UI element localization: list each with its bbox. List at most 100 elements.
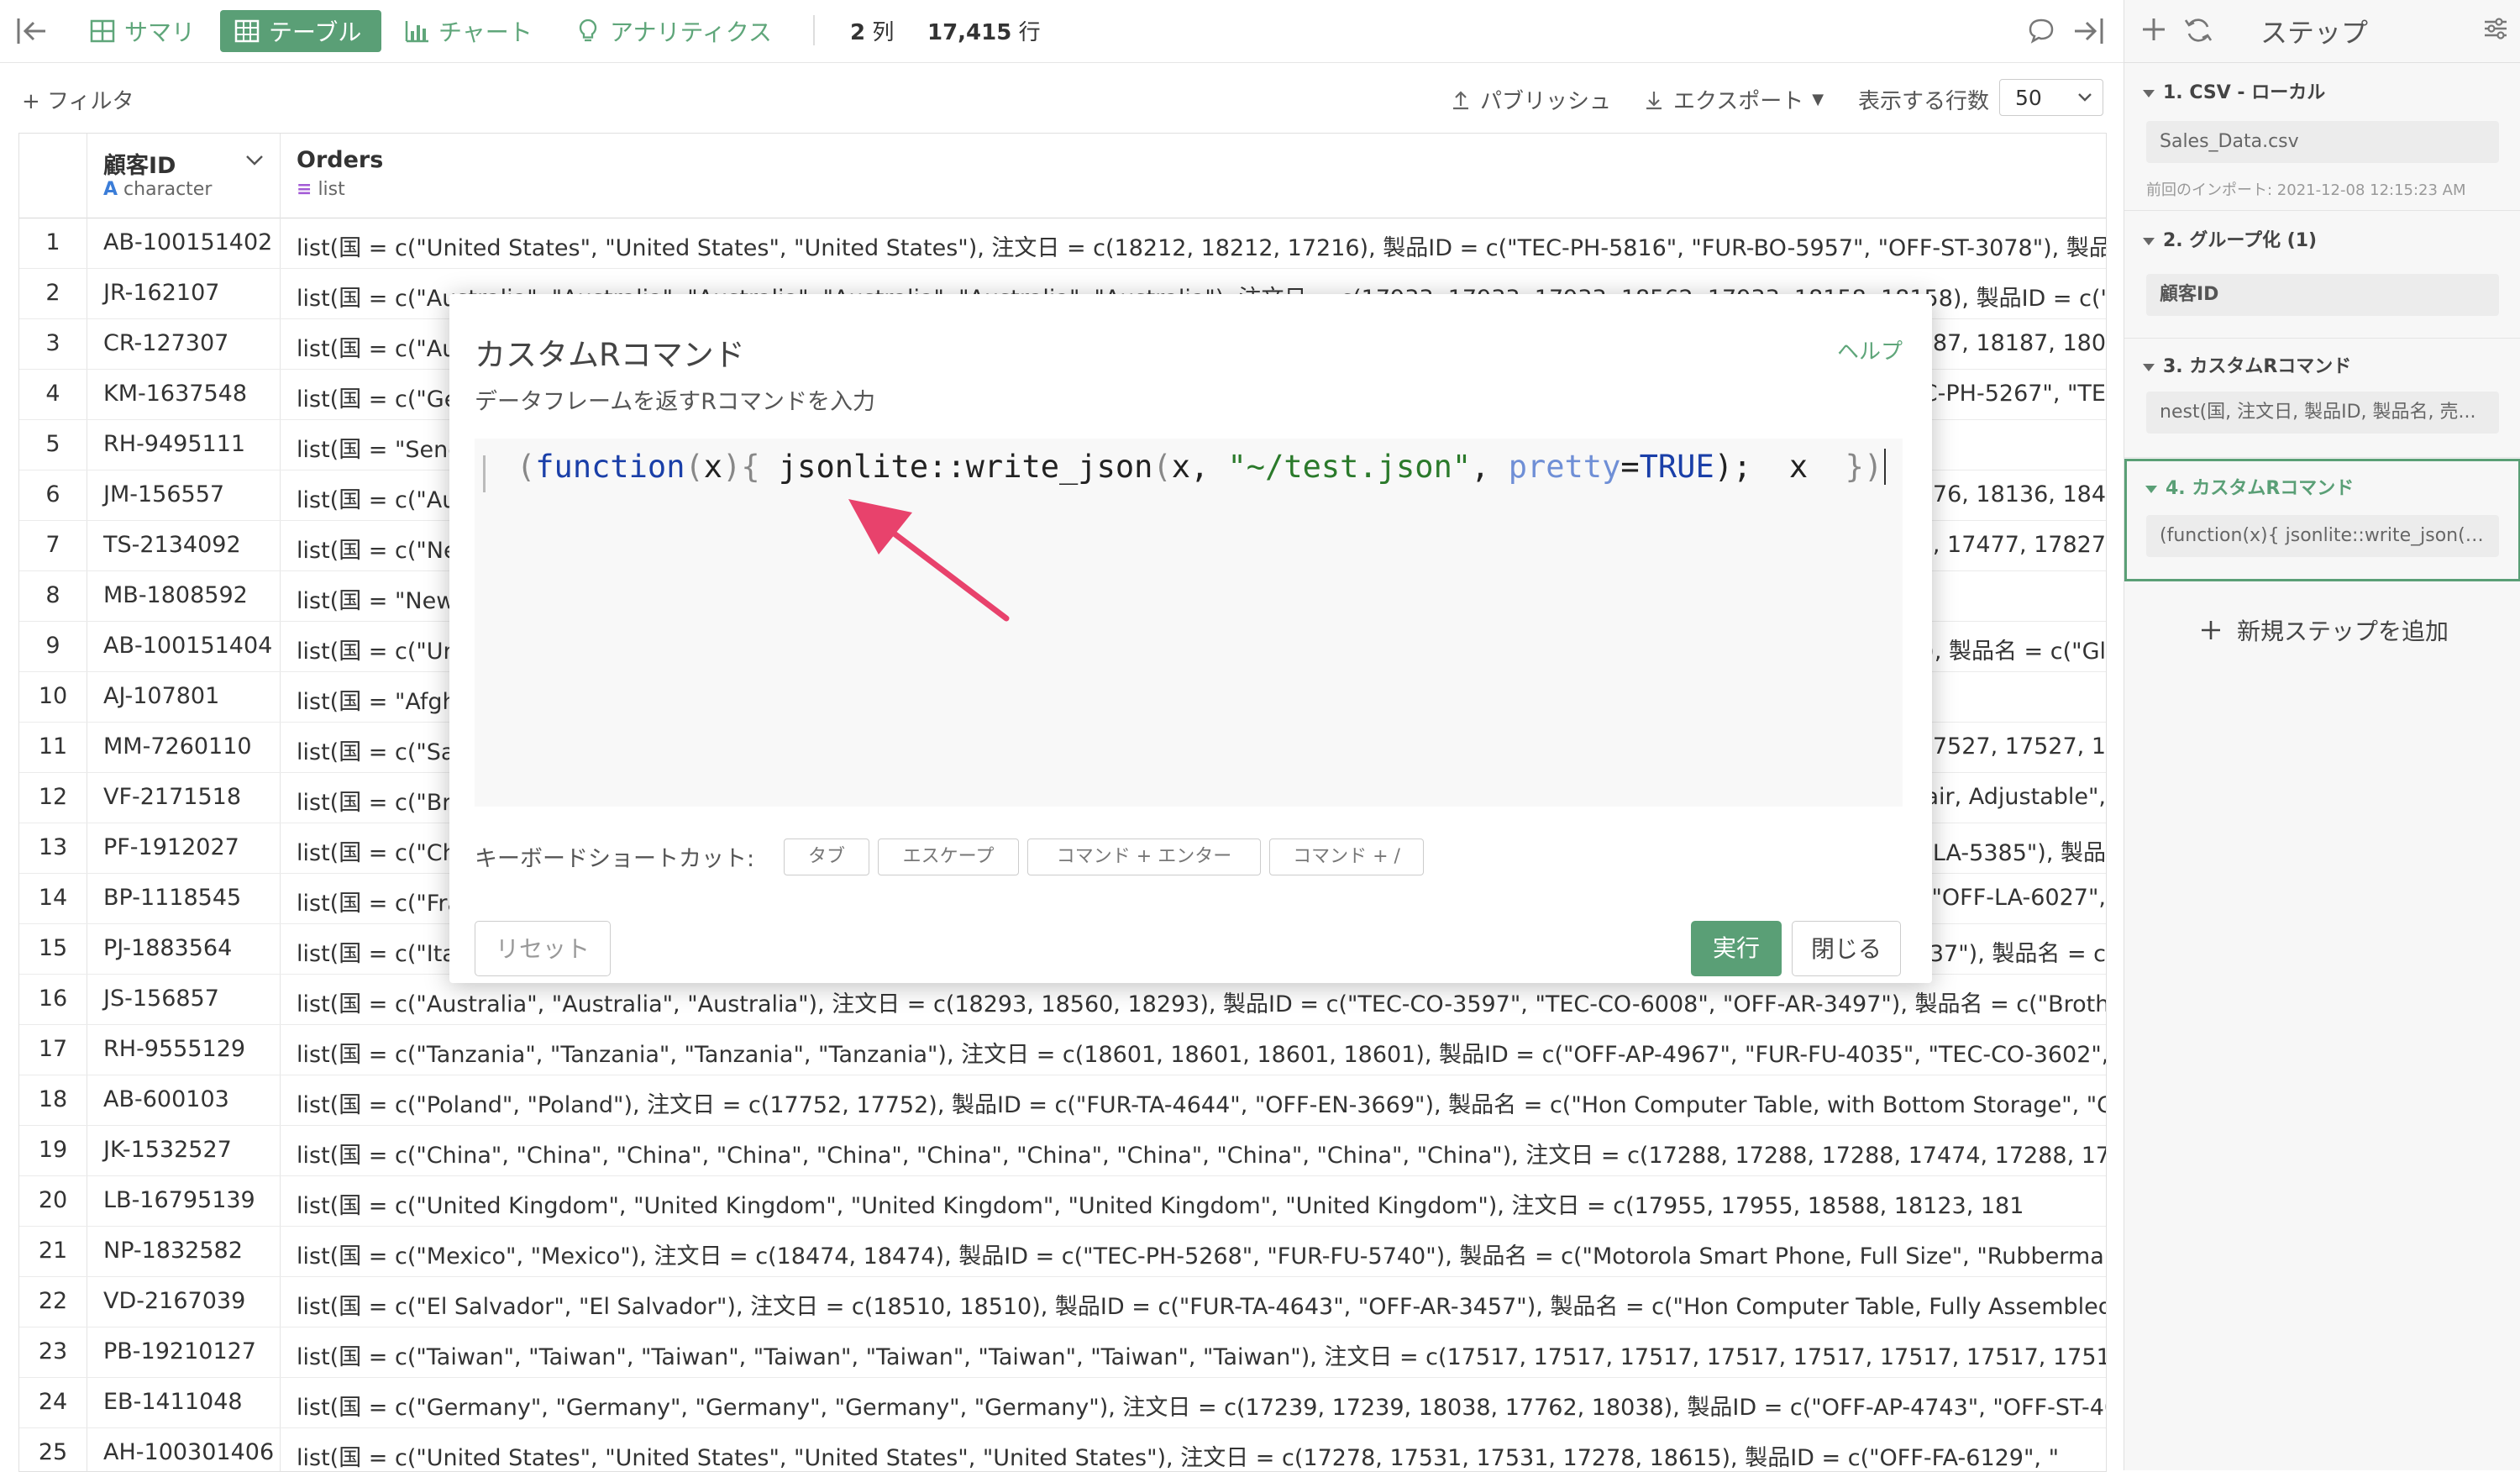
refresh-icon[interactable] bbox=[2183, 15, 2213, 45]
row-number: 12 bbox=[38, 784, 68, 810]
row-number: 19 bbox=[38, 1137, 68, 1163]
table-row[interactable]: 22 VD-2167039 list(国 = c("El Salvador", "E… bbox=[19, 1276, 2106, 1327]
close-button[interactable]: 閉じる bbox=[1792, 921, 1901, 976]
orders-cell-visible-tail: 3187, 18187, 180 bbox=[1903, 330, 2106, 356]
tab-summary-label: サマリ bbox=[124, 18, 196, 46]
collapse-right-icon[interactable] bbox=[2071, 15, 2105, 47]
orders-cell-visible-tail: 3076, 18136, 184 bbox=[1903, 481, 2106, 507]
orders-cell-visible-tail: F-LA-5385"), 製品 bbox=[1911, 840, 2106, 866]
r-code-text: (function(x){ jsonlite::write_json(x, "~… bbox=[517, 449, 1887, 485]
comment-icon[interactable] bbox=[2026, 15, 2056, 45]
add-filter-button[interactable]: + フィルタ bbox=[22, 84, 134, 115]
step-custom-r-command-4-active[interactable]: 4. カスタムRコマンド (function(x){ jsonlite::wri… bbox=[2124, 459, 2520, 581]
customer-id-cell: MM-7260110 bbox=[103, 733, 252, 760]
table-row[interactable]: 18 AB-600103 list(国 = c("Poland", "Poland"… bbox=[19, 1075, 2106, 1126]
orders-cell-visible-tail: hair, Adjustable", bbox=[1910, 784, 2106, 810]
step-title: 3. カスタムRコマンド bbox=[2143, 351, 2351, 378]
column-type-list: ≡ list bbox=[297, 179, 345, 200]
add-step-button[interactable]: 新規ステップを追加 bbox=[2200, 613, 2449, 647]
tab-table-label: テーブル bbox=[269, 18, 362, 46]
steps-panel-header: ステップ bbox=[2124, 0, 2520, 63]
orders-cell-visible-tail: C-PH-5267", "TE bbox=[1921, 381, 2106, 407]
tab-chart[interactable]: チャート bbox=[390, 10, 546, 52]
orders-cell-visible-tail: "OFF-LA-6027", bbox=[1931, 885, 2106, 911]
code-token: ){ bbox=[722, 449, 779, 485]
customer-id-cell: AB-100151402 bbox=[103, 229, 273, 255]
table-row[interactable]: 1 AB-100151402 list(国 = c("United States",… bbox=[19, 218, 2106, 269]
row-number: 15 bbox=[38, 935, 68, 961]
collapse-triangle-icon bbox=[2143, 89, 2155, 97]
table-row[interactable]: 17 RH-9555129 list(国 = c("Tanzania", "Tanz… bbox=[19, 1024, 2106, 1075]
publish-button[interactable]: パブリッシュ bbox=[1450, 84, 1611, 115]
settings-sliders-icon[interactable] bbox=[2482, 15, 2509, 42]
orders-cell: list(国 = c("Poland", "Poland"), 注文日 = c(… bbox=[297, 1092, 2107, 1118]
step-custom-r-command-3[interactable]: 3. カスタムRコマンド nest(国, 注文日, 製品ID, 製品名, 売..… bbox=[2124, 339, 2520, 458]
row-number: 4 bbox=[45, 381, 60, 407]
row-number: 21 bbox=[38, 1238, 68, 1264]
column-header-customer-id[interactable]: 顧客ID bbox=[103, 147, 176, 180]
table-row[interactable]: 24 EB-1411048 list(国 = c("Germany", "Germa… bbox=[19, 1377, 2106, 1428]
code-token: function bbox=[535, 449, 685, 485]
column-header-orders[interactable]: Orders bbox=[297, 147, 383, 173]
collapse-left-icon[interactable] bbox=[15, 15, 49, 47]
row-number: 2 bbox=[45, 280, 60, 306]
row-number: 18 bbox=[38, 1086, 68, 1112]
orders-cell: list(国 = "Sene bbox=[297, 437, 462, 463]
export-button[interactable]: エクスポート ▼ bbox=[1643, 84, 1824, 115]
customer-id-cell: AJ-107801 bbox=[103, 683, 220, 709]
row-number: 8 bbox=[45, 582, 60, 608]
customer-id-cell: JM-156557 bbox=[103, 481, 225, 507]
table-row[interactable]: 19 JK-1532527 list(国 = c("China", "China",… bbox=[19, 1125, 2106, 1176]
customer-id-cell: AH-100301406 bbox=[103, 1439, 275, 1465]
shortcut-escape: エスケープ bbox=[878, 839, 1019, 875]
customer-id-cell: KM-1637548 bbox=[103, 381, 247, 407]
table-row[interactable]: 20 LB-16795139 list(国 = c("United Kingdom"… bbox=[19, 1175, 2106, 1227]
publish-label: パブリッシュ bbox=[1480, 89, 1612, 114]
row-number: 22 bbox=[38, 1288, 68, 1314]
step-csv-local[interactable]: 1. CSV - ローカル Sales_Data.csv 前回のインポート: 2… bbox=[2124, 64, 2520, 211]
orders-cell: list(国 = c("Aus bbox=[297, 487, 469, 513]
plus-icon bbox=[2202, 621, 2220, 639]
row-number: 5 bbox=[45, 431, 60, 457]
row-number: 6 bbox=[45, 481, 60, 507]
list-type-icon: ≡ bbox=[297, 179, 312, 200]
run-button[interactable]: 実行 bbox=[1691, 921, 1782, 976]
table-row[interactable]: 23 PB-19210127 list(国 = c("Taiwan", "Taiwa… bbox=[19, 1327, 2106, 1378]
tab-summary[interactable]: サマリ bbox=[76, 10, 208, 52]
rows-per-page-value: 50 bbox=[2015, 86, 2042, 110]
r-code-editor[interactable]: (function(x){ jsonlite::write_json(x, "~… bbox=[475, 439, 1903, 807]
column-menu-chevron-icon[interactable] bbox=[244, 154, 265, 167]
row-number: 17 bbox=[38, 1036, 68, 1062]
rows-per-page-select[interactable]: 50 bbox=[1999, 79, 2103, 116]
tab-analytics[interactable]: アナリティクス bbox=[561, 10, 785, 52]
code-token: ( bbox=[685, 449, 704, 485]
dialog-subtitle: データフレームを返すRコマンドを入力 bbox=[475, 389, 875, 415]
code-token: TRUE bbox=[1639, 449, 1714, 485]
table-row[interactable]: 25 AH-100301406 list(国 = c("United States"… bbox=[19, 1427, 2106, 1471]
table-row[interactable]: 21 NP-1832582 list(国 = c("Mexico", "Mexico… bbox=[19, 1226, 2106, 1277]
character-type-icon: A bbox=[103, 179, 118, 200]
row-number: 24 bbox=[38, 1389, 68, 1415]
column-count: 2 列 bbox=[850, 20, 895, 45]
customer-id-cell: BP-1118545 bbox=[103, 885, 242, 911]
tab-analytics-label: アナリティクス bbox=[610, 18, 772, 46]
column-type-character: A character bbox=[103, 179, 212, 200]
orders-cell: list(国 = c("China", "China", "China", "C… bbox=[297, 1143, 2107, 1169]
chevron-down-icon: ▼ bbox=[1812, 91, 1824, 108]
help-link[interactable]: ヘルプ bbox=[1837, 334, 1903, 365]
code-token: ( bbox=[1152, 449, 1172, 485]
customer-id-cell: PJ-1883564 bbox=[103, 935, 233, 961]
orders-cell-visible-tail: 17527, 17527, 1 bbox=[1918, 733, 2106, 760]
customer-id-cell: JK-1532527 bbox=[103, 1137, 232, 1163]
table-icon bbox=[234, 19, 260, 43]
tab-table[interactable]: テーブル bbox=[220, 10, 381, 52]
step-title: 1. CSV - ローカル bbox=[2143, 77, 2325, 104]
shortcuts-label: キーボードショートカット: bbox=[475, 846, 755, 872]
rows-per-page-label: 表示する行数 bbox=[1858, 89, 1990, 114]
customer-id-cell: EB-1411048 bbox=[103, 1389, 243, 1415]
plus-icon[interactable] bbox=[2139, 15, 2168, 44]
customer-id-cell: PB-19210127 bbox=[103, 1338, 256, 1364]
customer-id-cell: MB-1808592 bbox=[103, 582, 248, 608]
reset-button[interactable]: リセット bbox=[475, 921, 611, 976]
step-group-by[interactable]: 2. グループ化 (1) 顧客ID bbox=[2124, 212, 2520, 339]
